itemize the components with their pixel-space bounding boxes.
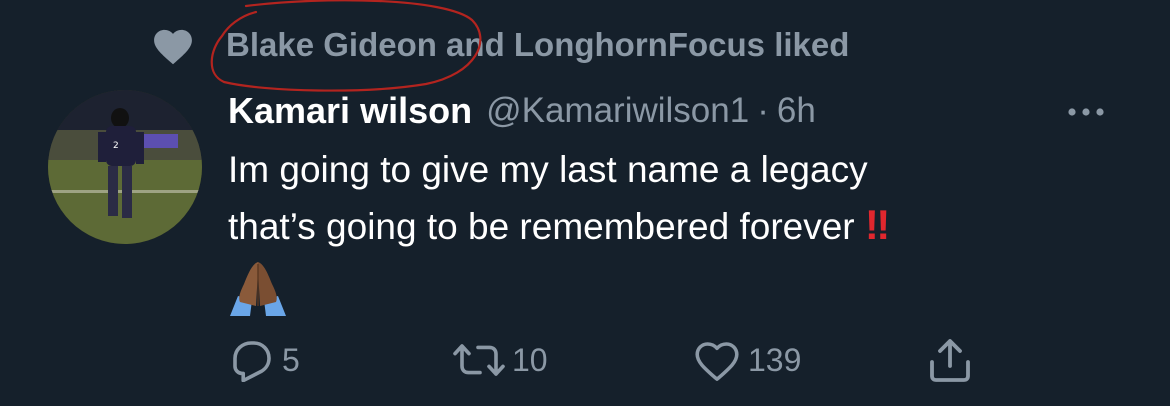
reply-button[interactable]: 5	[228, 334, 300, 386]
like-button[interactable]: 139	[692, 334, 801, 386]
double-exclamation-emoji: ‼	[864, 201, 890, 248]
heart-outline-icon	[692, 337, 742, 383]
folded-hands-emoji	[230, 262, 286, 316]
liked-by-text[interactable]: Blake Gideon and LonghornFocus liked	[226, 26, 849, 64]
tweet-text-line-2-text: that’s going to be remembered forever	[228, 206, 865, 247]
more-options-icon[interactable]	[1062, 94, 1110, 130]
share-icon	[928, 336, 972, 384]
user-handle[interactable]: @Kamariwilson1	[486, 91, 749, 131]
svg-text:2: 2	[113, 141, 119, 151]
retweet-button[interactable]: 10	[452, 334, 548, 386]
retweet-count: 10	[512, 341, 548, 378]
timestamp[interactable]: 6h	[777, 91, 816, 131]
social-context: Blake Gideon and LonghornFocus liked	[150, 18, 849, 72]
tweet-text: Im going to give my last name a legacy t…	[228, 142, 1108, 316]
retweet-icon	[452, 340, 506, 380]
avatar[interactable]: 2	[48, 90, 202, 244]
display-name[interactable]: Kamari wilson	[228, 90, 472, 132]
separator-dot: ·	[757, 91, 769, 130]
like-count: 139	[748, 341, 802, 378]
tweet-text-line-2: that’s going to be remembered forever ‼	[228, 197, 1108, 254]
reply-icon	[228, 338, 276, 382]
tweet-header: Kamari wilson @Kamariwilson1 · 6h	[228, 86, 1110, 136]
share-button[interactable]	[928, 334, 972, 386]
heart-filled-icon	[150, 22, 196, 68]
action-bar: 5 10 139	[228, 334, 988, 386]
tweet-card[interactable]: Blake Gideon and LonghornFocus liked 2 K…	[0, 0, 1170, 406]
tweet-text-line-1: Im going to give my last name a legacy	[228, 149, 868, 190]
reply-count: 5	[282, 341, 300, 378]
